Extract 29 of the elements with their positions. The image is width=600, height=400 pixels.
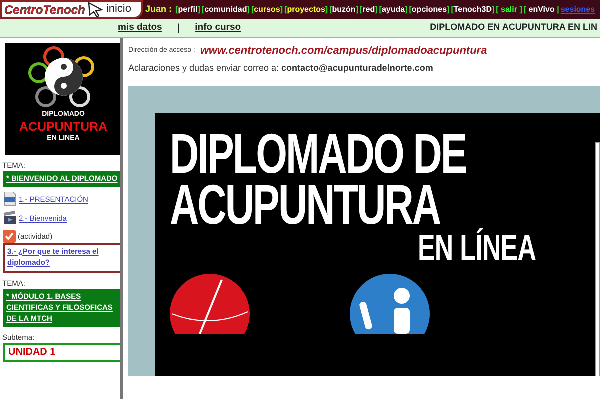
user-name: Juan :: [146, 2, 172, 16]
nav-link[interactable]: [cursos]: [251, 4, 284, 16]
divider-text: |: [177, 22, 180, 36]
logo-text: ACUPUNTURA: [19, 120, 108, 135]
nav-link[interactable]: [perfil]: [176, 4, 200, 16]
nav-link[interactable]: [ salir ]: [496, 4, 522, 16]
nav-link[interactable]: [opciones]: [409, 4, 450, 16]
nav-link[interactable]: [ enVivo |: [524, 4, 560, 16]
home-link[interactable]: inicio: [106, 1, 132, 18]
checkmark-icon: [2, 230, 16, 242]
poster-title: ACUPUNTURA: [170, 179, 440, 231]
menu-link[interactable]: info curso: [195, 20, 242, 36]
poster-title: EN LÍNEA: [418, 230, 536, 264]
document-icon: [2, 192, 16, 206]
logo-text[interactable]: CentroTenoch: [4, 0, 86, 18]
nav-link[interactable]: [comunidad]: [202, 4, 250, 16]
nav-link[interactable]: [proyectos]: [284, 4, 328, 16]
person-icon: [350, 274, 430, 334]
course-title: DIPLOMADO EN ACUPUNTURA EN LIN: [430, 21, 598, 34]
nav-link[interactable]: [red]: [360, 4, 378, 16]
nav-link[interactable]: [ayuda]: [379, 4, 408, 16]
subtopic-title[interactable]: UNIDAD 1: [2, 342, 120, 362]
nav-link[interactable]: [buzón]: [330, 4, 358, 16]
nav-link[interactable]: [Tenoch3D]: [451, 4, 495, 16]
menu-link[interactable]: mis datos: [118, 20, 162, 36]
contact-text: Aclaraciones y dudas enviar correo a: contacto@acupunturadelnorte.com: [128, 62, 434, 75]
poster-title: DIPLOMADO DE: [170, 128, 467, 180]
address-link[interactable]: www.centrotenoch.com/campus/diplomadoacupuntura: [200, 43, 488, 60]
film-clapper-icon: [2, 210, 16, 224]
